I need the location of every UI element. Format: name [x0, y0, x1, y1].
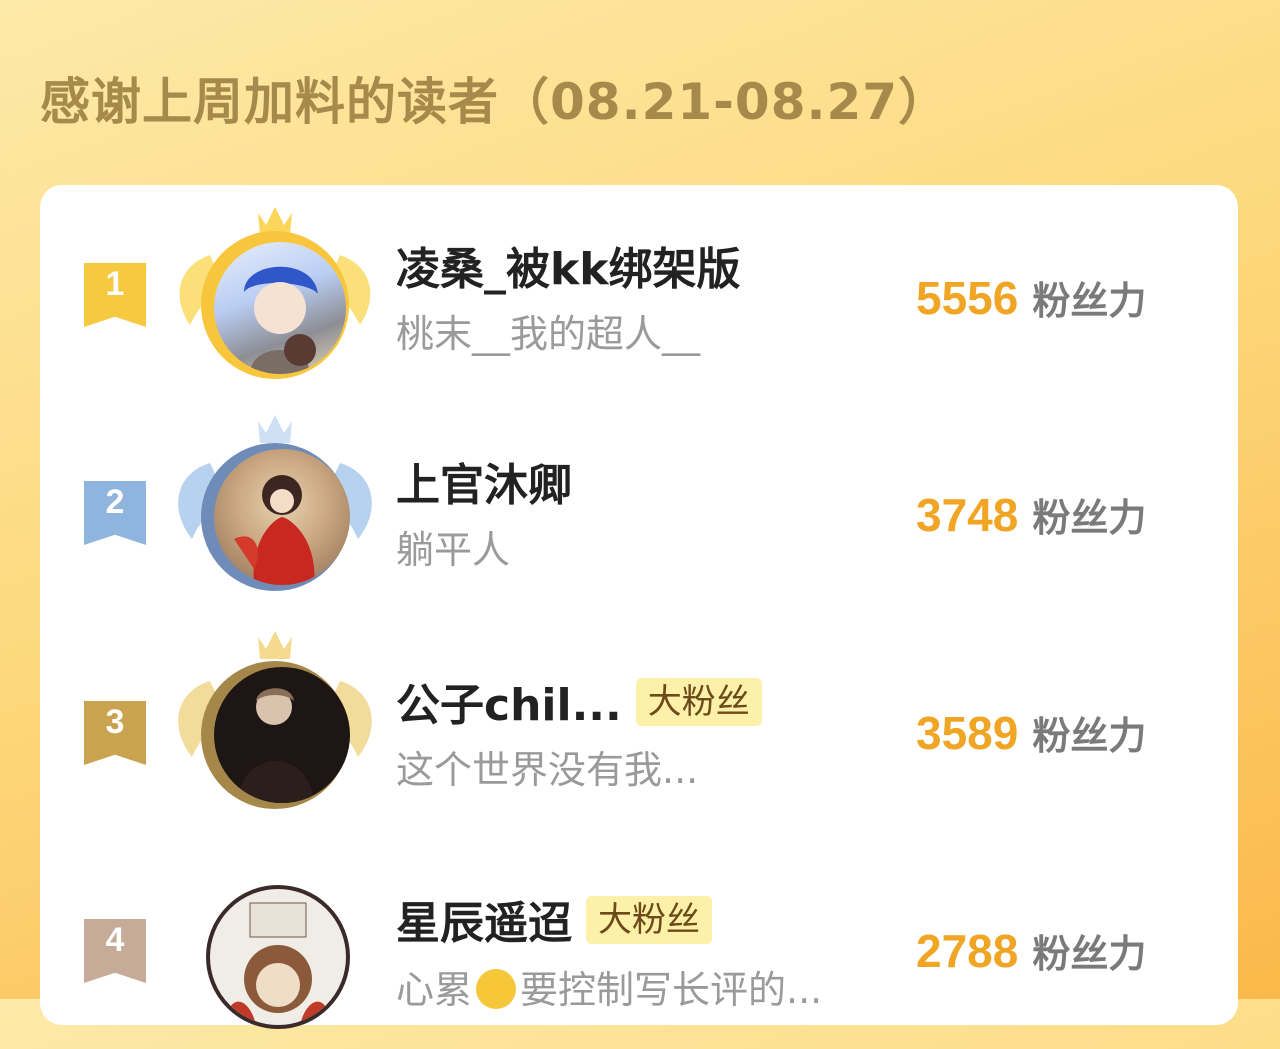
score: 3589 粉丝力: [916, 705, 1146, 760]
subtitle-text-after: 要控制写长评的...: [520, 968, 823, 1012]
rank-ribbon-1: 1: [84, 263, 146, 327]
reader-subtitle: 躺平人: [396, 528, 511, 572]
score-value: 3748: [916, 489, 1019, 541]
sweat-smile-emoji-icon: [476, 968, 517, 1009]
reader-name[interactable]: 凌桑_被kk绑架版: [396, 233, 741, 297]
reader-row-1[interactable]: 1 凌桑_被kk绑架版 桃末__我的超人__ 5556 粉丝力: [40, 195, 1238, 395]
score-unit: 粉丝力: [1032, 932, 1147, 976]
score-unit: 粉丝力: [1032, 714, 1147, 758]
avatar[interactable]: [214, 449, 350, 585]
avatar[interactable]: [214, 667, 350, 803]
fan-badge: 大粉丝: [586, 896, 712, 944]
rank-ribbon-2: 2: [84, 481, 146, 545]
reader-name-row: 公子chil... 大粉丝: [396, 669, 762, 733]
avatar[interactable]: [206, 885, 350, 1029]
reader-name-row: 星辰遥迢 大粉丝: [396, 887, 712, 951]
score-unit: 粉丝力: [1032, 496, 1147, 540]
avatar[interactable]: [214, 242, 346, 374]
score: 2788 粉丝力: [916, 923, 1146, 978]
score-value: 3589: [916, 707, 1019, 759]
reader-row-3[interactable]: 3 公子chil... 大粉丝 这个世界没有我... 3589 粉丝力: [40, 631, 1238, 831]
reader-name[interactable]: 上官沐卿: [396, 449, 572, 513]
reader-row-4[interactable]: 4 星辰遥迢 大粉丝 心累 要控制写长评的... 2788 粉丝力: [40, 849, 1238, 1049]
rank-ribbon-3: 3: [84, 701, 146, 765]
subtitle-text-before: 心累: [396, 968, 473, 1012]
score-value: 5556: [916, 272, 1019, 324]
reader-subtitle: 桃末__我的超人__: [396, 312, 701, 356]
reader-subtitle: 这个世界没有我...: [396, 748, 699, 792]
page-title: 感谢上周加料的读者（08.21-08.27）: [40, 73, 950, 131]
score-value: 2788: [916, 925, 1019, 977]
reader-row-2[interactable]: 2 上官沐卿 躺平人 3748 粉丝力: [40, 413, 1238, 613]
reader-subtitle: 心累 要控制写长评的...: [396, 959, 822, 1014]
rank-ribbon-4: 4: [84, 919, 146, 983]
score-unit: 粉丝力: [1032, 279, 1147, 323]
reader-name[interactable]: 公子chil...: [396, 680, 622, 731]
fan-badge: 大粉丝: [635, 678, 762, 726]
score: 3748 粉丝力: [916, 487, 1146, 542]
reader-name[interactable]: 星辰遥迢: [396, 898, 572, 949]
reader-ranking-card: 1 凌桑_被kk绑架版 桃末__我的超人__ 5556 粉丝力 2 上官沐卿 躺…: [40, 185, 1238, 1029]
score: 5556 粉丝力: [916, 270, 1146, 325]
